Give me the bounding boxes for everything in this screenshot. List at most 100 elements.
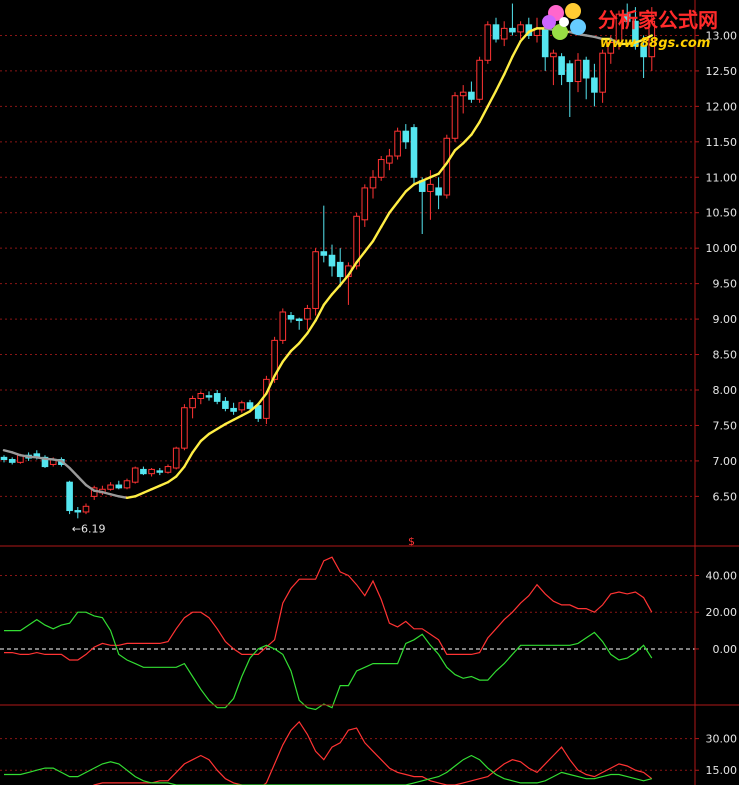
candle — [550, 49, 557, 86]
candle-body — [459, 91, 467, 97]
candle-body — [574, 59, 582, 83]
candle — [468, 81, 475, 103]
candle-body — [279, 311, 287, 341]
price-tick-label: 10.00 — [706, 242, 738, 255]
candle — [361, 184, 369, 227]
price-axis: 6.50 7.00 7.50 8.00 8.50 9.00 9.50 10.00 10.50 11… — [695, 29, 737, 503]
candle-body — [312, 251, 319, 309]
price-tick-label: 7.00 — [713, 455, 738, 468]
price-tick-label: 9.50 — [713, 278, 738, 291]
candle — [172, 446, 180, 470]
candle-body — [386, 155, 393, 164]
indicator-1-axis: 40.00 20.00 0.00 — [695, 570, 737, 656]
price-tick-label: 12.00 — [706, 100, 738, 113]
candle — [377, 156, 385, 181]
moving-average-segment — [19, 454, 30, 458]
candle — [312, 248, 319, 316]
candle-body — [189, 398, 196, 409]
candle — [566, 60, 574, 117]
candle-body — [550, 52, 557, 58]
candle-body — [451, 95, 459, 139]
indicator-panel-2: 30.00 15.00 — [0, 720, 738, 785]
moving-average-segment — [215, 422, 227, 431]
candle-body — [0, 456, 8, 460]
moving-average-segment — [511, 39, 522, 58]
moving-average-segment — [494, 73, 506, 92]
moving-average-segment — [101, 490, 112, 496]
candle — [279, 308, 287, 344]
moving-average-segment — [166, 475, 178, 484]
price-tick-label: 12.50 — [706, 65, 738, 78]
candle — [492, 17, 500, 43]
candle-body — [246, 402, 254, 409]
candle — [386, 148, 393, 171]
candle-body — [336, 261, 344, 278]
moving-average-segment — [150, 484, 162, 491]
candle-body — [558, 56, 565, 75]
candle-body — [500, 27, 508, 40]
moving-average-segment — [133, 491, 145, 498]
moving-average-segment — [380, 211, 391, 229]
price-tick-label: 11.00 — [706, 171, 738, 184]
candle-body — [66, 481, 73, 512]
indicator-1-lines — [4, 556, 653, 711]
candle-body — [115, 484, 123, 489]
candle-body — [582, 59, 590, 79]
candle-body — [361, 187, 369, 221]
candle — [131, 466, 139, 484]
indicator-panel-1: 40.0020.000.00 $ — [0, 535, 737, 711]
candle — [222, 397, 229, 412]
indicator-2-tick-label: 30.00 — [706, 733, 738, 746]
flower-icon — [542, 3, 586, 40]
indicator-1-tick-label: 40.00 — [706, 570, 738, 583]
candle — [320, 205, 328, 263]
price-tick-label: 10.50 — [706, 207, 738, 220]
candle-body — [140, 468, 147, 475]
site-logo: 分析家公式网 www.88gs.com — [542, 3, 718, 51]
candle — [509, 3, 516, 36]
moving-average-segment — [363, 239, 375, 253]
moving-average-segment — [183, 451, 194, 468]
candle-body — [468, 91, 475, 100]
price-tick-label: 7.50 — [713, 419, 738, 432]
candle — [90, 485, 98, 500]
moving-average-segment — [142, 488, 153, 495]
candle-body — [484, 24, 492, 61]
site-name: 分析家公式网 — [598, 8, 718, 32]
candle — [558, 53, 565, 86]
candle-body — [8, 458, 16, 463]
moving-average-segment — [421, 176, 432, 183]
indicator-2-grid — [0, 738, 695, 771]
indicator-2-tick-label: 15.00 — [706, 764, 738, 777]
low-price-label: ←6.19 — [72, 522, 106, 535]
candle — [107, 482, 114, 491]
candle-body — [476, 59, 483, 100]
candle — [205, 391, 213, 401]
candle-body — [517, 24, 524, 33]
moving-average-segment — [207, 427, 219, 436]
candle — [418, 177, 426, 234]
indicator-1-tick-label: 20.00 — [706, 606, 738, 619]
moving-average-segment — [585, 34, 596, 39]
moving-average-segment — [404, 183, 416, 193]
moving-average-segment — [117, 495, 129, 499]
main-panel: 6.50 7.00 7.50 8.00 8.50 9.00 9.50 10.00 10.50 11… — [0, 3, 737, 535]
moving-average-segment — [158, 480, 170, 487]
moving-average-segment — [306, 319, 317, 335]
candle — [500, 21, 508, 47]
candle — [156, 468, 164, 476]
moving-average-segment — [322, 293, 334, 307]
price-tick-label: 8.00 — [713, 384, 738, 397]
price-tick-label: 6.50 — [713, 490, 738, 503]
moving-average-segment — [76, 475, 88, 487]
moving-average-segment — [281, 349, 293, 363]
candle — [328, 244, 336, 277]
candle-body — [320, 251, 328, 256]
candle — [451, 92, 459, 142]
candle-body — [222, 400, 229, 409]
moving-average-segment — [298, 332, 309, 345]
moving-average-segment — [478, 105, 489, 124]
site-url: www.88gs.com — [600, 36, 710, 51]
candle-body — [369, 176, 377, 189]
candle-body — [410, 127, 418, 178]
